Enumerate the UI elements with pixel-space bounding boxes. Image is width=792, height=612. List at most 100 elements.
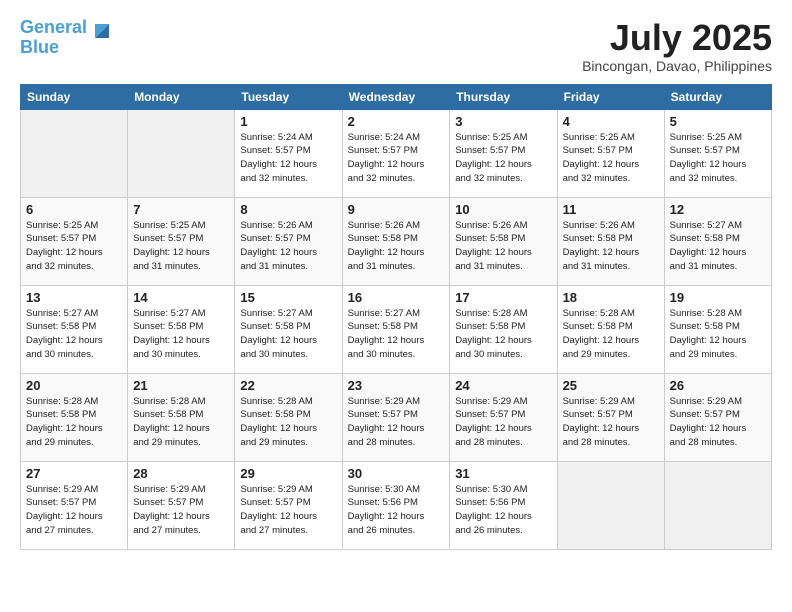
logo: GeneralBlue	[20, 18, 113, 58]
day-info: Sunrise: 5:24 AMSunset: 5:57 PMDaylight:…	[348, 131, 445, 186]
day-number: 4	[563, 114, 659, 129]
week-row-3: 13 Sunrise: 5:27 AMSunset: 5:58 PMDayligh…	[21, 285, 772, 373]
calendar-cell: 28Sunrise: 5:29 AMSunset: 5:57 PMDayligh…	[128, 461, 235, 549]
logo-text: GeneralBlue	[20, 18, 87, 58]
calendar-cell: 4 Sunrise: 5:25 AMSunset: 5:57 PMDaylight…	[557, 109, 664, 197]
day-info: Sunrise: 5:28 AMSunset: 5:58 PMDaylight:…	[26, 395, 122, 450]
week-row-4: 20 Sunrise: 5:28 AMSunset: 5:58 PMDayligh…	[21, 373, 772, 461]
day-number: 23	[348, 378, 445, 393]
day-number: 6	[26, 202, 122, 217]
calendar-cell: 22 Sunrise: 5:28 AMSunset: 5:58 PMDayligh…	[235, 373, 342, 461]
day-info: Sunrise: 5:26 AMSunset: 5:58 PMDaylight:…	[455, 219, 551, 274]
day-info: Sunrise: 5:28 AMSunset: 5:58 PMDaylight:…	[670, 307, 766, 362]
col-monday: Monday	[128, 84, 235, 109]
day-info: Sunrise: 5:28 AMSunset: 5:58 PMDaylight:…	[455, 307, 551, 362]
day-info: Sunrise: 5:29 AMSunset: 5:57 PMDaylight:…	[670, 395, 766, 450]
week-row-1: 1 Sunrise: 5:24 AMSunset: 5:57 PMDaylight…	[21, 109, 772, 197]
day-info: Sunrise: 5:25 AMSunset: 5:57 PMDaylight:…	[133, 219, 229, 274]
day-number: 22	[240, 378, 336, 393]
day-info: Sunrise: 5:29 AMSunset: 5:57 PMDaylight:…	[348, 395, 445, 450]
calendar-header-row: Sunday Monday Tuesday Wednesday Thursday…	[21, 84, 772, 109]
calendar-cell: 30 Sunrise: 5:30 AMSunset: 5:56 PMDayligh…	[342, 461, 450, 549]
calendar-cell: 7 Sunrise: 5:25 AMSunset: 5:57 PMDaylight…	[128, 197, 235, 285]
col-sunday: Sunday	[21, 84, 128, 109]
day-info: Sunrise: 5:30 AMSunset: 5:56 PMDaylight:…	[348, 483, 445, 538]
day-number: 27	[26, 466, 122, 481]
calendar-cell: 23 Sunrise: 5:29 AMSunset: 5:57 PMDayligh…	[342, 373, 450, 461]
calendar-cell: 5 Sunrise: 5:25 AMSunset: 5:57 PMDaylight…	[664, 109, 771, 197]
calendar-cell: 18 Sunrise: 5:28 AMSunset: 5:58 PMDayligh…	[557, 285, 664, 373]
calendar-cell	[664, 461, 771, 549]
day-info: Sunrise: 5:28 AMSunset: 5:58 PMDaylight:…	[240, 395, 336, 450]
calendar-cell	[21, 109, 128, 197]
day-number: 7	[133, 202, 229, 217]
calendar-cell: 9 Sunrise: 5:26 AMSunset: 5:58 PMDaylight…	[342, 197, 450, 285]
calendar-cell: 10 Sunrise: 5:26 AMSunset: 5:58 PMDayligh…	[450, 197, 557, 285]
day-number: 28	[133, 466, 229, 481]
day-number: 15	[240, 290, 336, 305]
calendar-cell: 21Sunrise: 5:28 AMSunset: 5:58 PMDayligh…	[128, 373, 235, 461]
calendar-cell: 1 Sunrise: 5:24 AMSunset: 5:57 PMDaylight…	[235, 109, 342, 197]
day-number: 26	[670, 378, 766, 393]
day-info: Sunrise: 5:30 AMSunset: 5:56 PMDaylight:…	[455, 483, 551, 538]
day-info: Sunrise: 5:27 AMSunset: 5:58 PMDaylight:…	[670, 219, 766, 274]
col-friday: Friday	[557, 84, 664, 109]
calendar-cell: 6 Sunrise: 5:25 AMSunset: 5:57 PMDaylight…	[21, 197, 128, 285]
day-number: 19	[670, 290, 766, 305]
calendar-cell: 14 Sunrise: 5:27 AMSunset: 5:58 PMDayligh…	[128, 285, 235, 373]
day-number: 25	[563, 378, 659, 393]
calendar-cell: 11 Sunrise: 5:26 AMSunset: 5:58 PMDayligh…	[557, 197, 664, 285]
day-info: Sunrise: 5:29 AMSunset: 5:57 PMDaylight:…	[26, 483, 122, 538]
day-number: 9	[348, 202, 445, 217]
day-info: Sunrise: 5:25 AMSunset: 5:57 PMDaylight:…	[563, 131, 659, 186]
calendar-cell: 17 Sunrise: 5:28 AMSunset: 5:58 PMDayligh…	[450, 285, 557, 373]
day-number: 3	[455, 114, 551, 129]
day-info: Sunrise: 5:29 AMSunset: 5:57 PMDaylight:…	[455, 395, 551, 450]
day-number: 24	[455, 378, 551, 393]
calendar-cell: 24 Sunrise: 5:29 AMSunset: 5:57 PMDayligh…	[450, 373, 557, 461]
day-number: 31	[455, 466, 551, 481]
day-number: 18	[563, 290, 659, 305]
calendar-cell: 3 Sunrise: 5:25 AMSunset: 5:57 PMDaylight…	[450, 109, 557, 197]
calendar-cell	[128, 109, 235, 197]
day-number: 5	[670, 114, 766, 129]
day-number: 30	[348, 466, 445, 481]
day-info: Sunrise: 5:26 AMSunset: 5:58 PMDaylight:…	[348, 219, 445, 274]
day-number: 17	[455, 290, 551, 305]
calendar-cell: 31 Sunrise: 5:30 AMSunset: 5:56 PMDayligh…	[450, 461, 557, 549]
day-info: Sunrise: 5:26 AMSunset: 5:57 PMDaylight:…	[240, 219, 336, 274]
calendar-cell: 2 Sunrise: 5:24 AMSunset: 5:57 PMDaylight…	[342, 109, 450, 197]
calendar-cell: 16Sunrise: 5:27 AMSunset: 5:58 PMDayligh…	[342, 285, 450, 373]
day-info: Sunrise: 5:25 AMSunset: 5:57 PMDaylight:…	[455, 131, 551, 186]
day-info: Sunrise: 5:27 AMSunset: 5:58 PMDaylight:…	[133, 307, 229, 362]
day-info: Sunrise: 5:26 AMSunset: 5:58 PMDaylight:…	[563, 219, 659, 274]
day-info: Sunrise: 5:24 AMSunset: 5:57 PMDaylight:…	[240, 131, 336, 186]
calendar-cell: 25Sunrise: 5:29 AMSunset: 5:57 PMDayligh…	[557, 373, 664, 461]
day-number: 29	[240, 466, 336, 481]
day-number: 14	[133, 290, 229, 305]
day-number: 2	[348, 114, 445, 129]
day-number: 20	[26, 378, 122, 393]
page: GeneralBlue July 2025 Bincongan, Davao, …	[0, 0, 792, 612]
calendar-cell: 8Sunrise: 5:26 AMSunset: 5:57 PMDaylight…	[235, 197, 342, 285]
calendar-table: Sunday Monday Tuesday Wednesday Thursday…	[20, 84, 772, 550]
day-info: Sunrise: 5:25 AMSunset: 5:57 PMDaylight:…	[26, 219, 122, 274]
location: Bincongan, Davao, Philippines	[582, 58, 772, 74]
calendar-cell: 19 Sunrise: 5:28 AMSunset: 5:58 PMDayligh…	[664, 285, 771, 373]
calendar-cell: 27 Sunrise: 5:29 AMSunset: 5:57 PMDayligh…	[21, 461, 128, 549]
day-number: 10	[455, 202, 551, 217]
day-info: Sunrise: 5:28 AMSunset: 5:58 PMDaylight:…	[563, 307, 659, 362]
col-saturday: Saturday	[664, 84, 771, 109]
day-info: Sunrise: 5:27 AMSunset: 5:58 PMDaylight:…	[348, 307, 445, 362]
day-number: 21	[133, 378, 229, 393]
calendar-cell: 12Sunrise: 5:27 AMSunset: 5:58 PMDayligh…	[664, 197, 771, 285]
day-number: 13	[26, 290, 122, 305]
calendar-cell: 13Sunrise: 5:27 AMSunset: 5:58 PMDayligh…	[21, 285, 128, 373]
calendar-cell: 20 Sunrise: 5:28 AMSunset: 5:58 PMDayligh…	[21, 373, 128, 461]
day-number: 1	[240, 114, 336, 129]
title-block: July 2025 Bincongan, Davao, Philippines	[582, 18, 772, 74]
col-thursday: Thursday	[450, 84, 557, 109]
day-number: 11	[563, 202, 659, 217]
day-info: Sunrise: 5:25 AMSunset: 5:57 PMDaylight:…	[670, 131, 766, 186]
week-row-5: 27 Sunrise: 5:29 AMSunset: 5:57 PMDayligh…	[21, 461, 772, 549]
